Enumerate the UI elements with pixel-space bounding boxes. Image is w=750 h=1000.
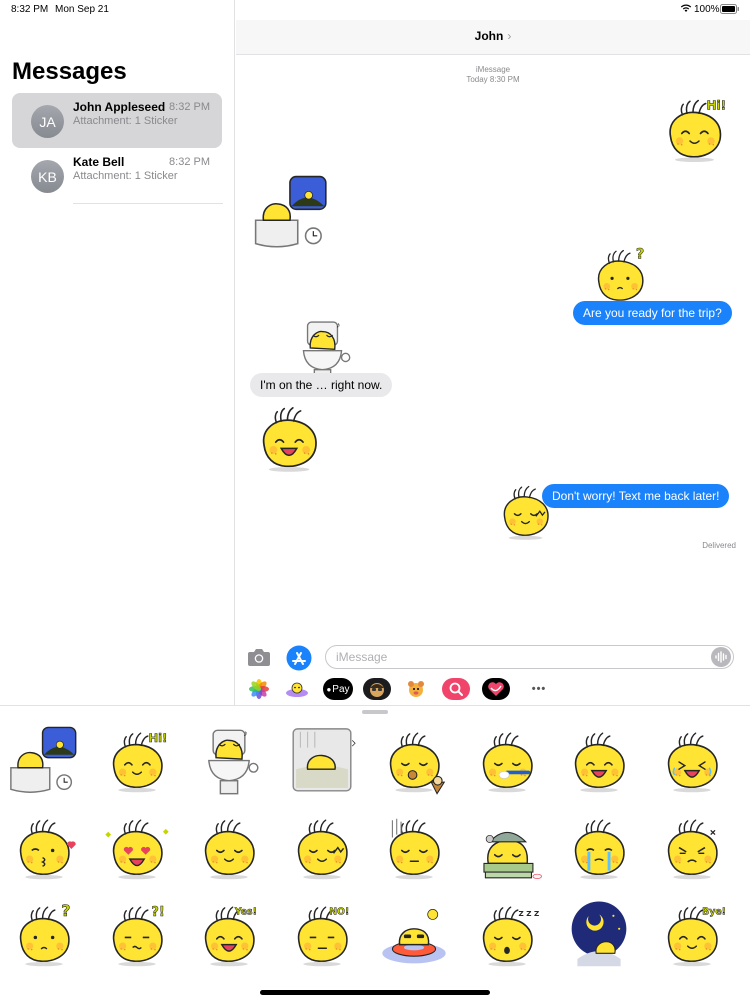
service-label: iMessage — [475, 65, 511, 74]
battery-percent: 100% — [694, 4, 720, 15]
avatar: JA — [31, 105, 64, 138]
sticker-drawer — [0, 705, 750, 1000]
sticker-eating-cupcake[interactable] — [376, 726, 452, 798]
imessage-app-strip: ● Pay ••• — [236, 676, 750, 702]
status-date: Mon Sep 21 — [55, 4, 109, 15]
sticker-kiss-heart[interactable] — [6, 813, 82, 885]
sticker-night-sleep[interactable] — [561, 900, 637, 972]
contact-name-text: John — [474, 29, 504, 43]
home-indicator — [260, 990, 490, 995]
sticker-sleepy-blanket[interactable] — [469, 813, 545, 885]
message-bubble-outgoing[interactable]: Are you ready for the trip? — [573, 301, 732, 325]
sticker-hi[interactable] — [99, 726, 175, 798]
sticker-laughing[interactable] — [245, 400, 333, 478]
sticker-brushing-teeth[interactable] — [469, 726, 545, 798]
list-divider — [73, 203, 223, 204]
wifi-icon — [680, 3, 692, 16]
sticker-bathtub-night[interactable] — [6, 726, 82, 798]
timestamp-label: Today 8:30 PM — [466, 75, 520, 84]
conversation-name: John Appleseed — [73, 100, 166, 114]
conversation-preview: Attachment: 1 Sticker — [73, 115, 178, 127]
conversation-name: Kate Bell — [73, 155, 125, 169]
sticker-toilet[interactable] — [191, 726, 267, 798]
apple-pay-label: Pay — [332, 683, 350, 695]
battery-icon — [720, 4, 740, 17]
conversation-time: 8:32 PM — [169, 156, 210, 168]
sticker-yes[interactable] — [191, 900, 267, 972]
conversation-john-appleseed[interactable]: JA John Appleseed 8:32 PM Attachment: 1 … — [12, 93, 222, 148]
message-input-placeholder: iMessage — [336, 650, 388, 664]
conversation-header[interactable]: John › — [236, 20, 750, 55]
sticker-sleeping[interactable] — [469, 900, 545, 972]
sticker-hi[interactable] — [652, 93, 737, 168]
search-images-icon[interactable] — [442, 678, 470, 700]
memoji-icon[interactable] — [363, 678, 391, 700]
sticker-no[interactable] — [284, 900, 360, 972]
composer: iMessage — [236, 642, 750, 672]
sticker-heart-eyes[interactable] — [99, 813, 175, 885]
sticker-gloomy[interactable] — [376, 813, 452, 885]
audio-record-icon[interactable] — [711, 647, 731, 672]
sticker-angry[interactable] — [654, 813, 730, 885]
sticker-bathtub-night[interactable] — [249, 175, 334, 253]
conversation-preview: Attachment: 1 Sticker — [73, 170, 178, 182]
sticker-confused[interactable] — [99, 900, 175, 972]
contact-name[interactable]: John › — [236, 29, 750, 43]
sticker-embarrassed[interactable] — [284, 813, 360, 885]
sticker-shower[interactable] — [284, 726, 360, 798]
sticker-smile[interactable] — [191, 813, 267, 885]
chevron-right-icon: › — [507, 29, 512, 43]
sticker-swim-ring[interactable] — [376, 900, 452, 972]
digital-touch-icon[interactable] — [482, 678, 510, 700]
sidebar-title: Messages — [12, 58, 127, 85]
sticker-question[interactable] — [6, 900, 82, 972]
conversation-sidebar: Messages JA John Appleseed 8:32 PM Attac… — [0, 0, 235, 705]
message-timestamp: iMessage Today 8:30 PM — [236, 65, 750, 85]
animoji-icon[interactable] — [402, 678, 430, 700]
app-store-icon[interactable] — [286, 645, 312, 676]
camera-icon[interactable] — [247, 647, 271, 672]
avatar: KB — [31, 160, 64, 193]
memoji-sticker-icon[interactable] — [283, 678, 311, 700]
more-icon[interactable]: ••• — [525, 678, 553, 700]
sticker-crying[interactable] — [561, 813, 637, 885]
sticker-laughing[interactable] — [561, 726, 637, 798]
message-bubble-incoming[interactable]: I'm on the … right now. — [250, 373, 393, 397]
drawer-grabber[interactable] — [362, 710, 388, 714]
apple-logo-icon: ● — [326, 684, 332, 694]
status-time: 8:32 PM — [11, 4, 49, 15]
message-input[interactable]: iMessage — [325, 645, 734, 669]
message-bubble-outgoing[interactable]: Don't worry! Text me back later! — [542, 484, 730, 508]
sticker-bye[interactable] — [654, 900, 730, 972]
conversation-kate-bell[interactable]: KB Kate Bell 8:32 PM Attachment: 1 Stick… — [12, 148, 222, 203]
conversation-time: 8:32 PM — [169, 101, 210, 113]
photos-icon[interactable] — [245, 678, 273, 700]
apple-pay-icon[interactable]: ● Pay — [323, 678, 353, 700]
delivered-status: Delivered — [702, 541, 736, 550]
sticker-happy-tears[interactable] — [654, 726, 730, 798]
status-bar: 8:32 PM Mon Sep 21 100% — [0, 0, 750, 20]
